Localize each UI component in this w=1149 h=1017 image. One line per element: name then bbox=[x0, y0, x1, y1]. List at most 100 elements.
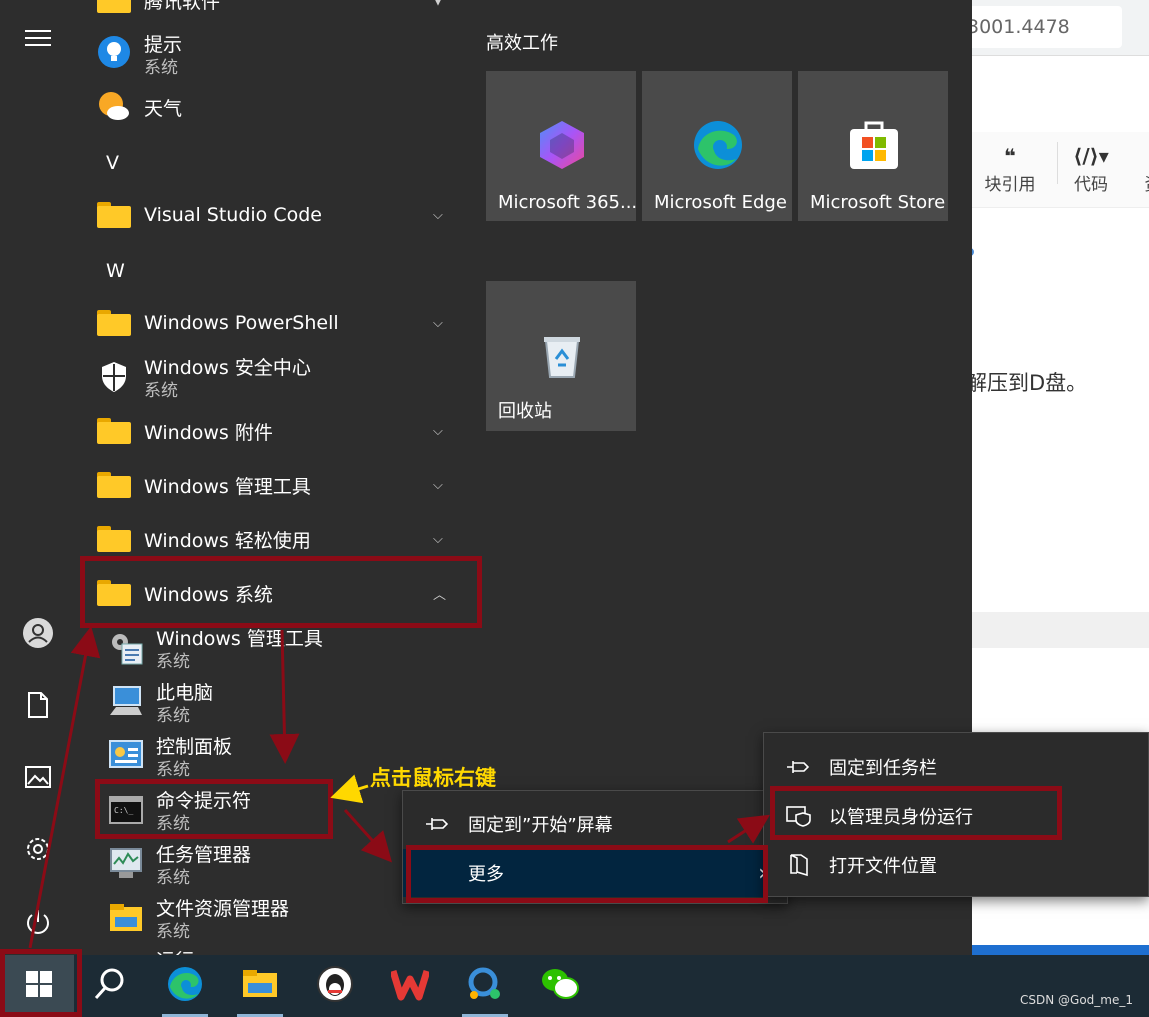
list-item-sub: 系统 bbox=[156, 652, 190, 672]
qq-icon bbox=[316, 965, 354, 1007]
list-item-security[interactable]: Windows 安全中心 系统 bbox=[76, 353, 470, 403]
chevron-down-icon: ⌵ bbox=[433, 477, 443, 493]
start-rail bbox=[0, 0, 76, 955]
folder-icon bbox=[96, 467, 132, 503]
taskbar-feishu[interactable] bbox=[454, 955, 516, 1017]
recycle-bin-icon bbox=[536, 329, 588, 381]
block-quote-label: 块引用 bbox=[984, 175, 1036, 195]
more-button[interactable]: 资 bbox=[1138, 142, 1149, 195]
code-label: 代码 bbox=[1074, 175, 1108, 195]
list-item-sub: 系统 bbox=[156, 922, 190, 942]
pin-icon bbox=[425, 811, 451, 837]
pin-to-taskbar-menu-item[interactable]: 固定到任务栏 bbox=[764, 743, 1148, 791]
taskbar-wechat[interactable] bbox=[529, 955, 591, 1017]
list-item-tencent-folder[interactable]: 腾讯软件 ▼ bbox=[76, 0, 470, 20]
hamburger-icon[interactable] bbox=[18, 18, 58, 58]
pictures-icon[interactable] bbox=[18, 757, 58, 797]
taskbar-edge[interactable] bbox=[154, 955, 216, 1017]
taskbar: CSDN @God_me_1 bbox=[0, 955, 1149, 1017]
url-text[interactable]: 3001.4478 bbox=[972, 6, 1122, 48]
body-text: 解压到D盘。 bbox=[972, 371, 1088, 395]
document-icon[interactable] bbox=[18, 685, 58, 725]
chevron-down-icon: ⌵ bbox=[433, 531, 443, 547]
list-item-vscode-folder[interactable]: Visual Studio Code ⌵ bbox=[76, 196, 470, 234]
open-file-location-menu-item[interactable]: 打开文件位置 bbox=[764, 841, 1148, 889]
more-icon bbox=[1138, 142, 1149, 170]
shield-icon bbox=[96, 359, 132, 395]
control-panel-icon bbox=[108, 738, 144, 774]
list-item-label: Windows 轻松使用 bbox=[144, 529, 311, 552]
user-icon[interactable] bbox=[18, 613, 58, 653]
list-item-powershell-folder[interactable]: Windows PowerShell ⌵ bbox=[76, 304, 470, 342]
chevron-down-icon: ⌵ bbox=[433, 423, 443, 439]
m365-icon bbox=[536, 119, 588, 171]
list-item-weather[interactable]: 天气 bbox=[76, 88, 470, 126]
menu-item-label: 固定到”开始”屏幕 bbox=[468, 815, 613, 836]
chevron-down-icon: ▼ bbox=[433, 0, 443, 8]
tile-label: Microsoft 365... bbox=[498, 192, 638, 213]
highlight-run-as-admin bbox=[770, 786, 1062, 840]
section-band bbox=[972, 612, 1149, 648]
list-item-accessories-folder[interactable]: Windows 附件 ⌵ bbox=[76, 412, 470, 450]
letter-header-w[interactable]: W bbox=[106, 260, 125, 282]
edge-icon bbox=[692, 119, 744, 171]
pin-to-start-menu-item[interactable]: 固定到”开始”屏幕 bbox=[403, 800, 787, 848]
address-bar[interactable]: 3001.4478 bbox=[972, 0, 1149, 56]
wps-icon bbox=[389, 967, 431, 1005]
tips-icon bbox=[96, 34, 132, 70]
folder-icon bbox=[96, 197, 132, 233]
highlight-cmd bbox=[95, 779, 333, 839]
list-item-label: 腾讯软件 bbox=[144, 0, 221, 13]
search-button[interactable] bbox=[78, 955, 140, 1017]
editor-toolbar: ❝ 块引用 ⟨/⟩▾ 代码 资 bbox=[972, 132, 1149, 208]
list-item-label: Windows 管理工具 bbox=[144, 475, 311, 498]
chevron-down-icon: ⌵ bbox=[433, 315, 443, 331]
menu-item-label: 打开文件位置 bbox=[829, 856, 937, 877]
edge-icon bbox=[166, 965, 204, 1007]
highlight-more bbox=[406, 845, 768, 903]
tile-microsoft-365[interactable]: Microsoft 365... bbox=[486, 71, 638, 221]
list-item-sub: 系统 bbox=[144, 58, 178, 78]
settings-icon[interactable] bbox=[18, 829, 58, 869]
tile-microsoft-edge[interactable]: Microsoft Edge bbox=[642, 71, 792, 221]
block-quote-button[interactable]: ❝ 块引用 bbox=[978, 142, 1042, 195]
power-icon[interactable] bbox=[18, 902, 58, 942]
list-item-admin-tools[interactable]: Windows 管理工具 系统 bbox=[76, 624, 470, 674]
tile-group-title[interactable]: 高效工作 bbox=[486, 29, 558, 55]
list-item-ease-of-access-folder[interactable]: Windows 轻松使用 ⌵ bbox=[76, 520, 470, 558]
status-strip bbox=[972, 945, 1149, 955]
pin-icon bbox=[786, 754, 812, 780]
list-item-admin-tools-folder[interactable]: Windows 管理工具 ⌵ bbox=[76, 466, 470, 504]
tile-label: Microsoft Edge bbox=[654, 192, 787, 213]
wechat-icon bbox=[540, 966, 580, 1006]
taskbar-file-explorer[interactable] bbox=[229, 955, 291, 1017]
file-explorer-icon bbox=[108, 900, 144, 936]
folder-icon bbox=[96, 0, 132, 18]
taskbar-wps[interactable] bbox=[379, 955, 441, 1017]
this-pc-icon bbox=[108, 684, 144, 720]
toolbar-divider bbox=[1057, 142, 1058, 184]
highlight-system-folder bbox=[80, 556, 482, 628]
list-item-this-pc[interactable]: 此电脑 系统 bbox=[76, 678, 470, 728]
folder-icon bbox=[96, 413, 132, 449]
taskbar-qq[interactable] bbox=[304, 955, 366, 1017]
letter-header-v[interactable]: V bbox=[106, 152, 119, 174]
tile-recycle-bin[interactable]: 回收站 bbox=[486, 281, 636, 431]
bullet-icon bbox=[972, 248, 974, 256]
list-item-sub: 系统 bbox=[156, 706, 190, 726]
tile-microsoft-store[interactable]: Microsoft Store bbox=[798, 71, 948, 221]
annotation-text: 点击鼠标右键 bbox=[370, 766, 496, 790]
code-button[interactable]: ⟨/⟩▾ 代码 bbox=[1066, 142, 1116, 195]
highlight-start-button bbox=[0, 949, 82, 1017]
list-item-run[interactable]: 运行 bbox=[76, 946, 470, 955]
list-item-label: 运行 bbox=[156, 946, 194, 955]
list-item-sub: 系统 bbox=[156, 760, 190, 780]
open-location-icon bbox=[786, 852, 812, 878]
tile-label: 回收站 bbox=[498, 401, 552, 422]
search-icon bbox=[92, 967, 126, 1005]
store-icon bbox=[848, 119, 900, 171]
feishu-icon bbox=[466, 965, 504, 1007]
list-item-label: 天气 bbox=[144, 97, 183, 120]
list-item-tips[interactable]: 提示 系统 bbox=[76, 30, 470, 80]
code-icon: ⟨/⟩▾ bbox=[1073, 144, 1109, 168]
